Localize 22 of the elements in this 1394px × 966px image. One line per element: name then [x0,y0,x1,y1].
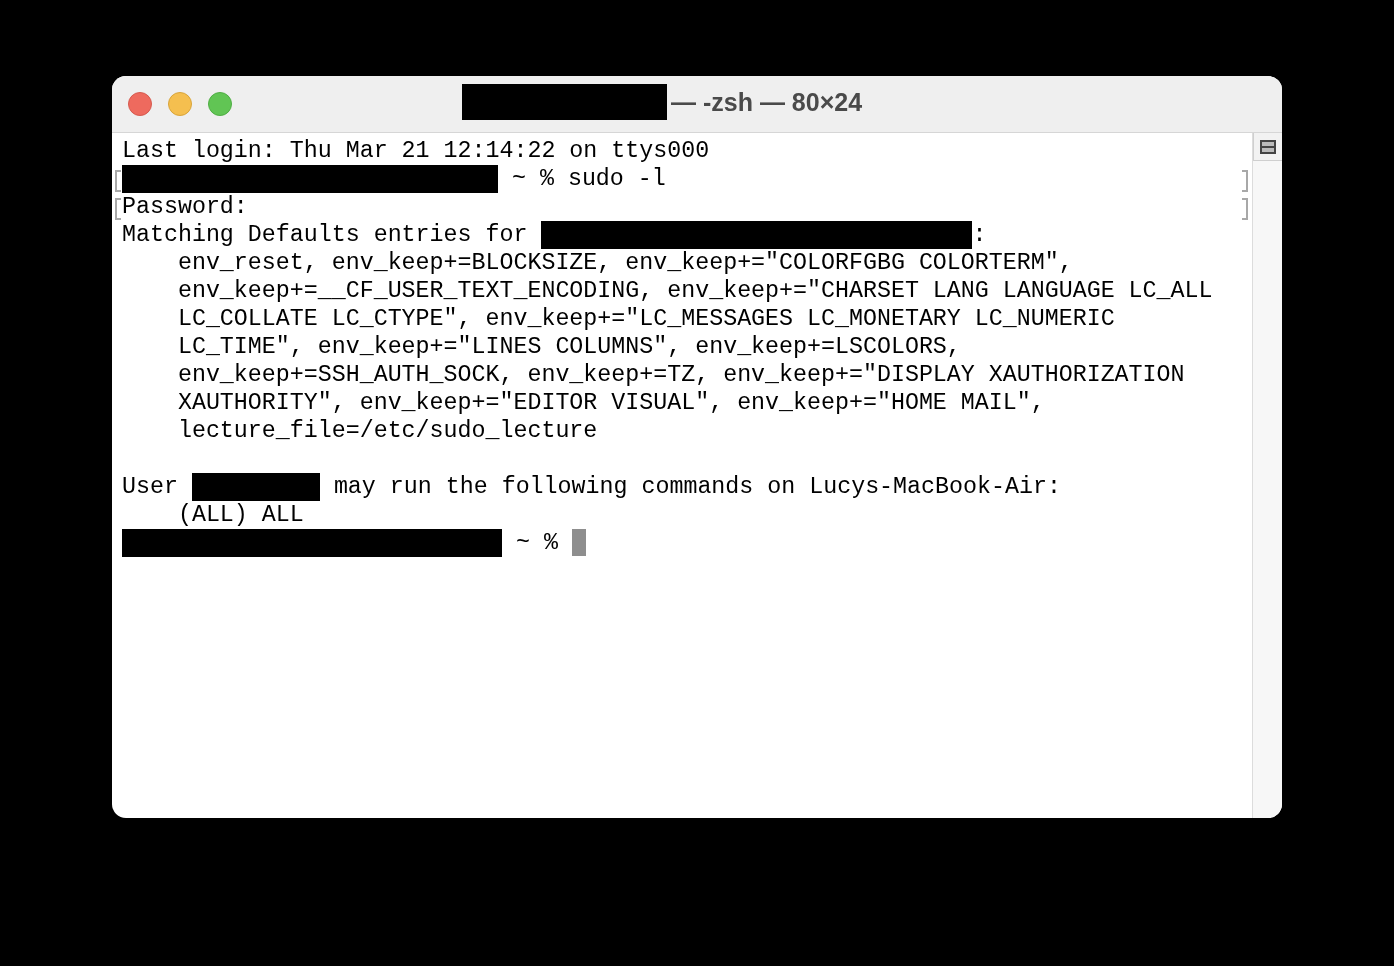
terminal-text: env_reset, env_keep+=BLOCKSIZE, env_keep+="COLORFGBG COLORTERM", [176,250,1073,276]
split-pane-button[interactable] [1253,133,1282,161]
terminal-text: (ALL) ALL [176,502,304,528]
terminal-text: LC_TIME", env_keep+="LINES COLUMNS", env_keep+=LSCOLORS, [176,334,961,360]
terminal-text: Last login: Thu Mar 21 12:14:22 on ttys000 [122,138,710,164]
terminal-text: ~ % [514,530,559,556]
terminal-text: User [122,474,179,500]
terminal-text: Matching Defaults entries for [122,222,529,248]
terminal-text: Password: [122,194,248,220]
terminal-text: XAUTHORITY", env_keep+="EDITOR VISUAL", env_keep+="HOME MAIL", [176,390,1045,416]
terminal-text: LC_COLLATE LC_CTYPE", env_keep+="LC_MESSAGES LC_MONETARY LC_NUMERIC [176,306,1115,332]
terminal-text: : [972,222,987,248]
window-title: — -zsh — 80×24 [671,87,863,117]
zoom-button[interactable] [208,92,232,116]
terminal-text: lecture_file=/etc/sudo_lecture [176,418,598,444]
terminal-text: may run the following commands on Lucys-MacBook-Air: [332,474,1061,500]
minimize-button[interactable] [168,92,192,116]
close-button[interactable] [128,92,152,116]
split-icon [1260,139,1276,154]
terminal-text: ~ % sudo -l [510,166,666,192]
terminal-text: env_keep+=SSH_AUTH_SOCK, env_keep+=TZ, env_keep+="DISPLAY XAUTHORIZATION [176,362,1185,388]
terminal-text: env_keep+=__CF_USER_TEXT_ENCODING, env_keep+="CHARSET LANG LANGUAGE LC_ALL [176,278,1213,304]
